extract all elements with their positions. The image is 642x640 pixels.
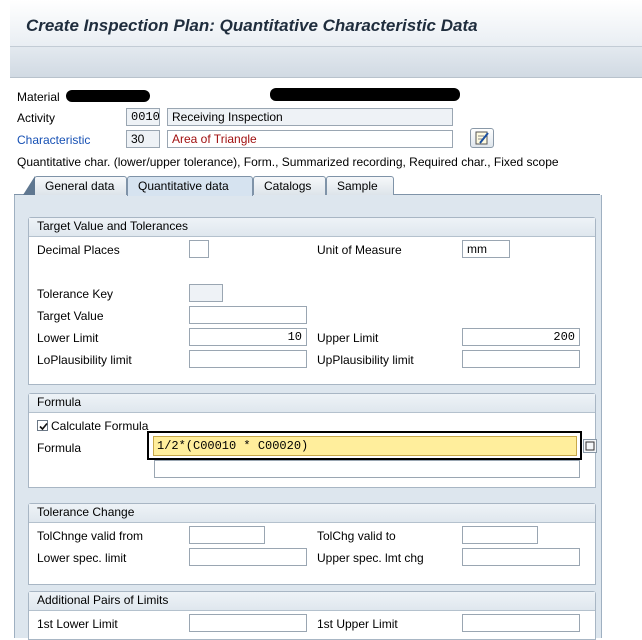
material-label: Material [17, 90, 60, 104]
checkmark-icon [39, 422, 48, 431]
characteristic-label[interactable]: Characteristic [17, 133, 90, 147]
control-indicator-summary: Quantitative char. (lower/upper toleranc… [17, 155, 559, 169]
window-icon [585, 441, 595, 451]
characteristic-text-field[interactable]: Area of Triangle [167, 130, 453, 148]
group-title: Target Value and Tolerances [29, 218, 595, 237]
calculate-formula-checkbox[interactable] [37, 420, 48, 431]
first-lower-limit-label: 1st Lower Limit [37, 617, 118, 631]
tol-change-valid-to-field[interactable] [462, 526, 538, 544]
window-title: Create Inspection Plan: Quantitative Cha… [26, 16, 478, 35]
pencil-note-icon [475, 131, 489, 145]
first-upper-limit-label: 1st Upper Limit [317, 617, 398, 631]
redacted-material [66, 90, 150, 102]
tab-catalogs[interactable]: Catalogs [253, 176, 326, 195]
up-plausibility-label: UpPlausibility limit [317, 353, 414, 367]
lower-spec-limit-label: Lower spec. limit [37, 551, 127, 565]
target-value-field[interactable] [189, 306, 307, 324]
lower-limit-label: Lower Limit [37, 331, 99, 345]
tab-sample[interactable]: Sample [326, 176, 394, 195]
upper-spec-limit-field[interactable] [462, 548, 580, 566]
edit-long-text-button[interactable] [470, 128, 494, 148]
activity-number-field: 0010 [126, 108, 160, 126]
tolerance-key-label: Tolerance Key [37, 287, 114, 301]
tab-general-data[interactable]: General data [23, 176, 127, 195]
upper-limit-field[interactable]: 200 [462, 328, 580, 346]
activity-text-field: Receiving Inspection [167, 108, 453, 126]
upper-limit-label: Upper Limit [317, 331, 379, 345]
unit-of-measure-field[interactable]: mm [462, 240, 510, 258]
lo-plausibility-label: LoPlausibility limit [37, 353, 132, 367]
first-lower-limit-field[interactable] [189, 614, 307, 632]
tolerance-change-group: Tolerance Change [28, 503, 596, 585]
unit-of-measure-label: Unit of Measure [317, 243, 402, 257]
title-bar: Create Inspection Plan: Quantitative Cha… [10, 0, 642, 46]
formula-editor-button[interactable] [583, 439, 597, 453]
redacted-material-description [270, 88, 460, 101]
decimal-places-field[interactable] [189, 240, 209, 258]
lo-plausibility-field[interactable] [189, 350, 307, 368]
tol-change-valid-from-label: TolChnge valid from [37, 529, 144, 543]
calculate-formula-label: Calculate Formula [51, 419, 149, 433]
first-upper-limit-field[interactable] [462, 614, 580, 632]
group-title: Formula [29, 394, 595, 413]
up-plausibility-field[interactable] [462, 350, 580, 368]
formula-highlight-frame: 1/2*(C00010 * C00020) [147, 431, 582, 460]
tol-change-valid-from-field[interactable] [189, 526, 265, 544]
target-value-label: Target Value [37, 309, 104, 323]
tab-quantitative-data[interactable]: Quantitative data [127, 176, 253, 196]
group-title: Additional Pairs of Limits [29, 592, 595, 611]
activity-label: Activity [17, 111, 56, 125]
formula-line-2-field[interactable] [154, 460, 580, 478]
characteristic-number-field: 30 [126, 130, 160, 148]
lower-spec-limit-field[interactable] [189, 548, 307, 566]
upper-spec-limit-label: Upper spec. lmt chg [317, 551, 424, 565]
formula-line-1-field[interactable]: 1/2*(C00010 * C00020) [153, 436, 577, 456]
application-toolbar [10, 46, 642, 78]
formula-label: Formula [37, 441, 82, 455]
group-title: Tolerance Change [29, 504, 595, 523]
tol-change-valid-to-label: TolChg valid to [317, 529, 396, 543]
tolerance-key-field [189, 284, 223, 302]
lower-limit-field[interactable]: 10 [189, 328, 307, 346]
decimal-places-label: Decimal Places [37, 243, 120, 257]
